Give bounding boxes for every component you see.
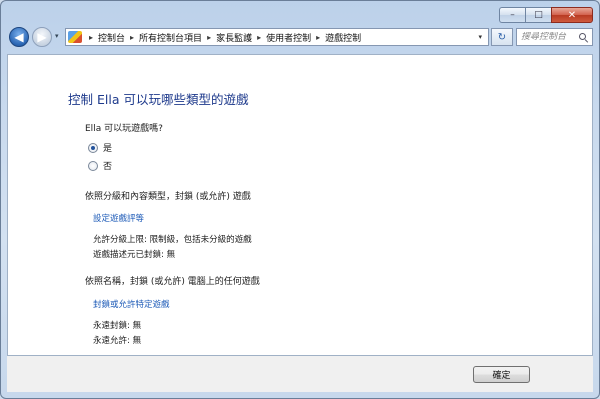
radio-checked-icon[interactable] [88,142,98,153]
always-blocked-text: 永遠封鎖: 無 [93,321,142,331]
radio-yes-label[interactable]: 是 [103,141,112,154]
maximize-button[interactable]: □ [525,7,551,23]
rating-limit-text: 允許分級上限: 限制級，包括未分級的遊戲 [93,235,252,245]
radio-no-label[interactable]: 否 [103,159,112,172]
navigation-bar: ◀ ▶ ▾ ▸ 控制台 ▸ 所有控制台項目 ▸ 家長監護 ▸ 使用者控制 ▸ 遊… [7,27,593,49]
back-arrow-icon: ◀ [14,30,24,44]
block-specific-games-link[interactable]: 封鎖或允許特定遊戲 [93,298,170,310]
refresh-button[interactable]: ↻ [491,28,513,46]
radio-no[interactable]: 否 [88,159,112,172]
breadcrumb-parental-controls[interactable]: 家長監護 [216,31,252,44]
search-input[interactable] [521,32,577,42]
breadcrumb-separator-icon[interactable]: ▸ [316,33,320,42]
close-button[interactable]: ✕ [551,7,593,23]
breadcrumb-separator-icon[interactable]: ▸ [257,33,261,42]
radio-yes[interactable]: 是 [88,141,112,154]
name-section-heading: 依照名稱，封鎖 (或允許) 電腦上的任何遊戲 [85,277,260,287]
refresh-icon: ↻ [497,31,507,43]
caption-buttons: – □ ✕ [499,7,593,23]
forward-arrow-icon: ▶ [37,30,47,44]
radio-unchecked-icon[interactable] [88,160,98,171]
breadcrumb-separator-icon[interactable]: ▸ [130,33,134,42]
breadcrumb-separator-icon[interactable]: ▸ [207,33,211,42]
address-dropdown-icon[interactable]: ▾ [478,33,482,41]
breadcrumb-user-controls[interactable]: 使用者控制 [266,31,311,44]
address-bar[interactable]: ▸ 控制台 ▸ 所有控制台項目 ▸ 家長監護 ▸ 使用者控制 ▸ 遊戲控制 ▾ [65,28,489,46]
back-button[interactable]: ◀ [9,27,29,47]
allow-games-question: Ella 可以玩遊戲嗎? [85,124,163,134]
descriptors-blocked-text: 遊戲描述元已封鎖: 無 [93,250,176,260]
breadcrumb-separator-icon[interactable]: ▸ [89,33,93,42]
minimize-button[interactable]: – [499,7,525,23]
footer-bar: 確定 [7,356,593,392]
search-box[interactable] [516,28,593,46]
control-panel-window: – □ ✕ ◀ ▶ ▾ ▸ 控制台 ▸ 所有控制台項目 ▸ 家長監護 ▸ 使用者… [0,0,600,399]
always-allowed-text: 永遠允許: 無 [93,336,142,346]
breadcrumb-all-items[interactable]: 所有控制台項目 [139,31,202,44]
history-dropdown-icon[interactable]: ▾ [55,32,59,40]
close-icon: ✕ [567,9,577,21]
breadcrumb-game-controls[interactable]: 遊戲控制 [325,31,361,44]
control-panel-icon [68,31,82,43]
breadcrumb-control-panel[interactable]: 控制台 [98,31,125,44]
forward-button[interactable]: ▶ [32,27,52,47]
set-game-ratings-link[interactable]: 設定遊戲評等 [93,212,144,224]
search-icon[interactable] [579,32,589,43]
ok-button[interactable]: 確定 [473,366,530,383]
page-title: 控制 Ella 可以玩哪些類型的遊戲 [68,92,249,107]
maximize-icon: □ [534,10,543,20]
rating-section-heading: 依照分級和內容類型，封鎖 (或允許) 遊戲 [85,192,251,202]
content-pane: 控制 Ella 可以玩哪些類型的遊戲 Ella 可以玩遊戲嗎? 是 否 依照分級… [7,54,593,356]
minimize-icon: – [510,10,515,20]
